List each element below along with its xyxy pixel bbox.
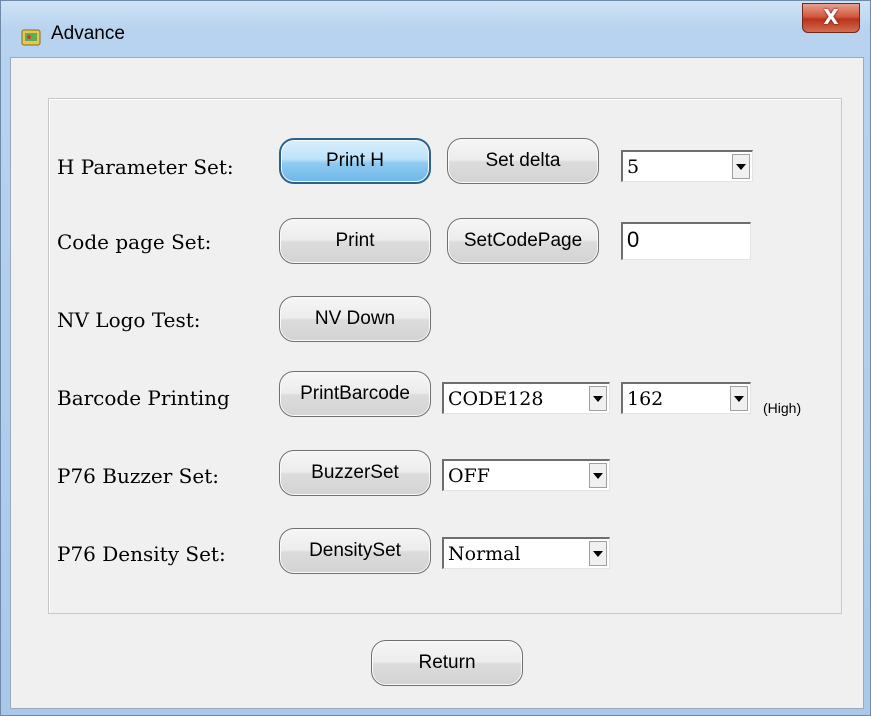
barcode-height-select[interactable]: 162 — [621, 382, 751, 414]
close-button[interactable]: X — [802, 3, 860, 33]
set-delta-button[interactable]: Set delta — [447, 138, 599, 184]
window-title: Advance — [51, 23, 125, 44]
buzzer-select[interactable]: OFF — [442, 459, 610, 491]
return-button[interactable]: Return — [371, 640, 523, 686]
close-icon: X — [823, 5, 839, 29]
barcode-printing-label: Barcode Printing — [57, 386, 230, 410]
print-barcode-button[interactable]: PrintBarcode — [279, 371, 431, 417]
density-select-value: Normal — [448, 543, 521, 565]
chevron-down-icon[interactable] — [589, 541, 607, 566]
code-page-input-value: 0 — [627, 227, 640, 252]
chevron-down-icon[interactable] — [589, 463, 607, 488]
chevron-down-icon[interactable] — [730, 386, 748, 411]
buzzer-set-button[interactable]: BuzzerSet — [279, 450, 431, 496]
set-code-page-button[interactable]: SetCodePage — [447, 218, 599, 264]
delta-select-value: 5 — [627, 156, 640, 178]
nv-down-button[interactable]: NV Down — [279, 296, 431, 342]
code-page-label: Code page Set: — [57, 230, 212, 254]
buzzer-label: P76 Buzzer Set: — [57, 464, 219, 488]
print-code-page-button[interactable]: Print — [279, 218, 431, 264]
delta-select[interactable]: 5 — [621, 150, 753, 182]
advance-window: Advance X H Parameter Set: Print H Set d… — [0, 0, 871, 716]
client-area: H Parameter Set: Print H Set delta 5 Cod… — [10, 57, 864, 709]
title-bar[interactable]: Advance X — [1, 1, 870, 57]
height-unit-label: (High) — [763, 400, 802, 416]
density-set-button[interactable]: DensitySet — [279, 528, 431, 574]
barcode-type-value: CODE128 — [448, 388, 544, 410]
density-select[interactable]: Normal — [442, 537, 610, 569]
buzzer-select-value: OFF — [448, 465, 490, 487]
chevron-down-icon[interactable] — [589, 386, 607, 411]
h-parameter-label: H Parameter Set: — [57, 155, 234, 179]
barcode-type-select[interactable]: CODE128 — [442, 382, 610, 414]
code-page-input[interactable]: 0 — [621, 222, 751, 260]
barcode-height-value: 162 — [627, 388, 664, 410]
nv-logo-label: NV Logo Test: — [57, 308, 201, 332]
density-label: P76 Density Set: — [57, 542, 226, 566]
chevron-down-icon[interactable] — [732, 154, 750, 179]
print-h-button[interactable]: Print H — [279, 138, 431, 184]
printer-app-icon — [21, 29, 41, 46]
